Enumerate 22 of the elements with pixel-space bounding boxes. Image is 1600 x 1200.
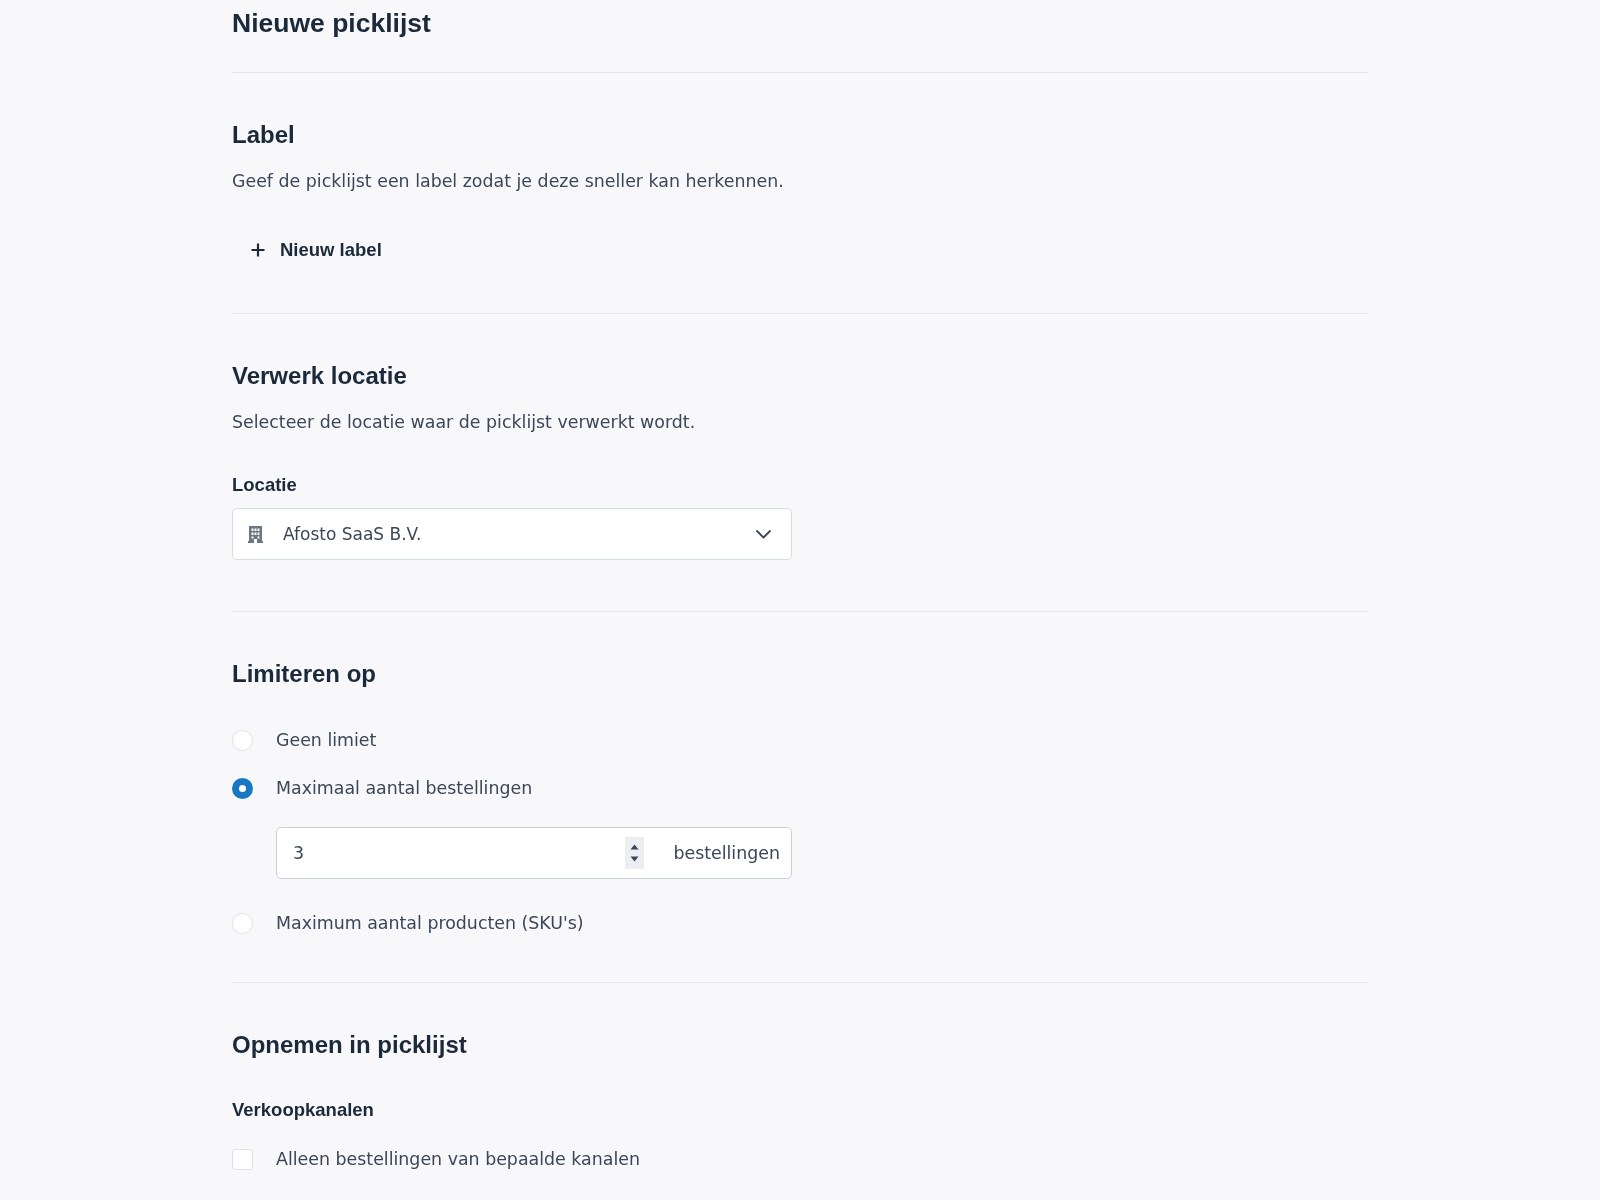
- building-icon: [248, 525, 263, 543]
- chevron-down-icon: [756, 529, 771, 539]
- page-title: Nieuwe picklijst: [232, 7, 431, 39]
- section-heading: Label: [232, 120, 295, 150]
- option-label: Maximum aantal producten (SKU's): [276, 912, 584, 935]
- field-label: Locatie: [232, 473, 297, 497]
- group-label: Verkoopkanalen: [232, 1098, 374, 1122]
- unit-label: bestellingen: [673, 842, 780, 865]
- section-heading: Limiteren op: [232, 659, 376, 689]
- radio-button[interactable]: [232, 777, 253, 799]
- section-heading: Verwerk locatie: [232, 361, 407, 391]
- section-description: Geef de picklijst een label zodat je deze sneller kan herkennen.: [232, 170, 784, 193]
- location-select[interactable]: Afosto SaaS B.V.: [232, 508, 792, 560]
- add-label-button[interactable]: Nieuw label: [232, 230, 394, 270]
- option-label: Geen limiet: [276, 729, 377, 752]
- plus-icon: [251, 243, 265, 257]
- option-label: Maximaal aantal bestellingen: [276, 777, 533, 800]
- option-label: Alleen bestellingen van bepaalde kanalen: [276, 1148, 640, 1171]
- spinner-icon: [625, 837, 644, 869]
- checkbox[interactable]: [232, 1148, 253, 1170]
- section-heading: Opnemen in picklijst: [232, 1030, 467, 1060]
- section-description: Selecteer de locatie waar de picklijst verwerkt wordt.: [232, 411, 696, 434]
